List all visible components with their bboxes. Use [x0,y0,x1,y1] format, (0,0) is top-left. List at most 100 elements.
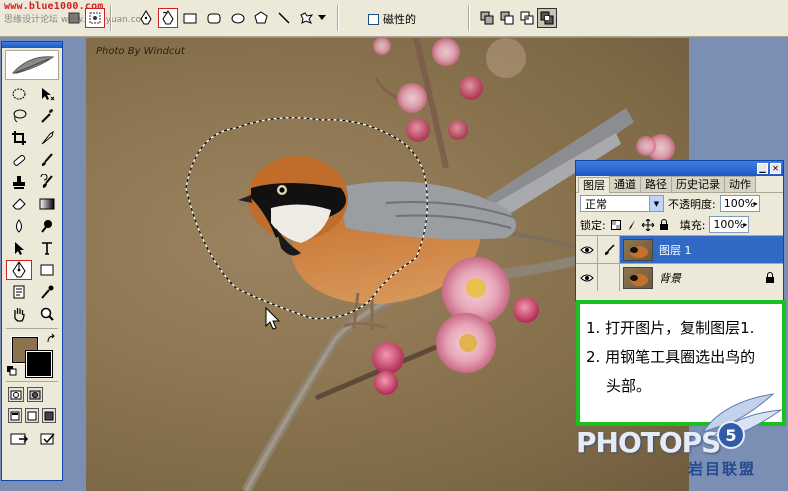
subtract-from-path-area-icon[interactable] [497,8,517,28]
opacity-label: 不透明度: [668,197,716,211]
custom-shape-dropdown-icon[interactable] [316,8,328,28]
jump-to-bridge-icon[interactable] [38,429,58,449]
fill-label: 填充: [679,218,706,232]
chevron-right-icon[interactable]: ▸ [743,220,747,229]
lock-label: 锁定: [580,218,606,232]
layer-row[interactable]: 图层 1 [576,235,783,263]
intersect-path-areas-icon[interactable] [517,8,537,28]
layer-row[interactable]: 背景 [576,263,783,291]
brush-tool-icon[interactable] [34,150,60,170]
quick-mask-mode-icon[interactable] [27,387,43,402]
full-screen-menu-mode-icon[interactable] [25,408,39,423]
zoom-tool-icon[interactable] [34,304,60,324]
magnetic-option[interactable]: 磁性的 [368,11,416,27]
ellipse-shape-icon[interactable] [228,8,248,28]
magic-wand-tool-icon[interactable] [34,106,60,126]
layer-lock-icon [766,271,774,283]
instruction-line-2: 2. 用钢笔工具圈选出鸟的 [586,348,756,366]
freeform-pen-option-button[interactable] [158,8,178,28]
add-to-path-area-icon[interactable] [477,8,497,28]
background-color-swatch[interactable] [25,350,53,378]
polygon-shape-icon[interactable] [251,8,271,28]
layers-palette: ▁ ✕ 图层 通道 路径 历史记录 动作 正常 ▼ 不透明度: 100% ▸ 锁… [575,160,784,301]
paths-mode-button[interactable] [85,8,105,28]
lock-pixels-icon[interactable] [626,219,638,231]
fill-input[interactable]: 100% ▸ [709,216,750,233]
opacity-input[interactable]: 100% ▸ [719,195,760,212]
mouse-cursor-icon [265,306,281,330]
lock-transparent-icon[interactable] [610,219,622,231]
brush-icon[interactable] [598,236,620,263]
line-shape-icon[interactable] [274,8,294,28]
photo-credit: Photo By Windcut [96,46,185,57]
chevron-right-icon[interactable]: ▸ [754,199,758,208]
tab-history[interactable]: 历史记录 [671,176,725,192]
close-icon[interactable]: ✕ [770,163,781,174]
brand-badge-text: 5 [725,426,736,445]
link-slot[interactable] [598,264,620,291]
hand-tool-icon[interactable] [6,304,32,324]
options-bar: www.blue1000.com 思缘设计论坛 www.missyuan.com… [0,0,788,37]
blend-mode-select[interactable]: 正常 ▼ [580,195,664,212]
clone-stamp-tool-icon[interactable] [6,172,32,192]
toolbox [1,41,63,481]
dodge-tool-icon[interactable] [34,216,60,236]
layer-name: 图层 1 [659,243,692,257]
default-colors-icon[interactable] [6,365,18,377]
color-swatches [6,333,58,378]
tab-channels[interactable]: 通道 [609,176,641,192]
brand-cn-text: 岩目联盟 [688,460,757,478]
lock-position-icon[interactable] [641,218,654,231]
lasso-tool-icon[interactable] [6,106,32,126]
blend-mode-value: 正常 [585,197,607,211]
tab-paths[interactable]: 路径 [640,176,672,192]
type-tool-icon[interactable] [34,238,60,258]
toolbox-titlebar[interactable] [2,42,62,48]
eye-icon[interactable] [576,264,598,291]
slice-tool-icon[interactable] [34,128,60,148]
history-brush-tool-icon[interactable] [34,172,60,192]
pen-tool-option-icon[interactable] [136,8,156,28]
rectangle-tool-icon[interactable] [34,260,60,280]
full-screen-mode-icon[interactable] [42,408,56,423]
tab-layers[interactable]: 图层 [578,177,610,193]
move-tool-icon[interactable] [34,84,60,104]
feather-logo-icon[interactable] [5,50,59,80]
palette-tabs: 图层 通道 路径 历史记录 动作 [576,176,783,193]
layer-name-cell[interactable]: 背景 [620,264,783,291]
opacity-value: 100% [723,197,756,210]
path-selection-tool-icon[interactable] [6,238,32,258]
tab-actions[interactable]: 动作 [724,176,756,192]
magnetic-checkbox[interactable] [368,13,379,25]
layer-name: 背景 [659,271,681,285]
minimize-icon[interactable]: ▁ [757,163,768,174]
layer-name-cell[interactable]: 图层 1 [620,236,783,263]
custom-shape-icon[interactable] [296,8,316,28]
healing-brush-tool-icon[interactable] [6,150,32,170]
eyedropper-tool-icon[interactable] [34,282,60,302]
swap-colors-icon[interactable] [46,333,58,345]
shape-layers-mode-icon[interactable] [64,8,84,28]
standard-screen-mode-icon[interactable] [8,408,22,423]
palette-titlebar[interactable]: ▁ ✕ [576,161,783,176]
brand-wing-logo-icon: 5 [701,393,783,449]
eye-icon[interactable] [576,236,598,263]
rectangle-shape-icon[interactable] [180,8,200,28]
lock-all-icon[interactable] [658,218,670,231]
notes-tool-icon[interactable] [6,282,32,302]
layer-thumbnail [623,266,653,289]
layer-thumbnail [623,238,653,261]
standard-mode-icon[interactable] [8,387,24,402]
fill-value: 100% [713,218,745,231]
pen-tool-button[interactable] [6,260,32,280]
eraser-tool-icon[interactable] [6,194,32,214]
jump-to-imageready-icon[interactable] [8,429,30,449]
exclude-overlapping-areas-button[interactable] [537,8,557,28]
gradient-tool-icon[interactable] [34,194,60,214]
instruction-line-1: 1. 打开图片，复制图层1. [586,319,755,337]
chevron-down-icon: ▼ [649,196,663,211]
marquee-tool-icon[interactable] [6,84,32,104]
blur-tool-icon[interactable] [6,216,32,236]
rounded-rectangle-shape-icon[interactable] [204,8,224,28]
crop-tool-icon[interactable] [6,128,32,148]
